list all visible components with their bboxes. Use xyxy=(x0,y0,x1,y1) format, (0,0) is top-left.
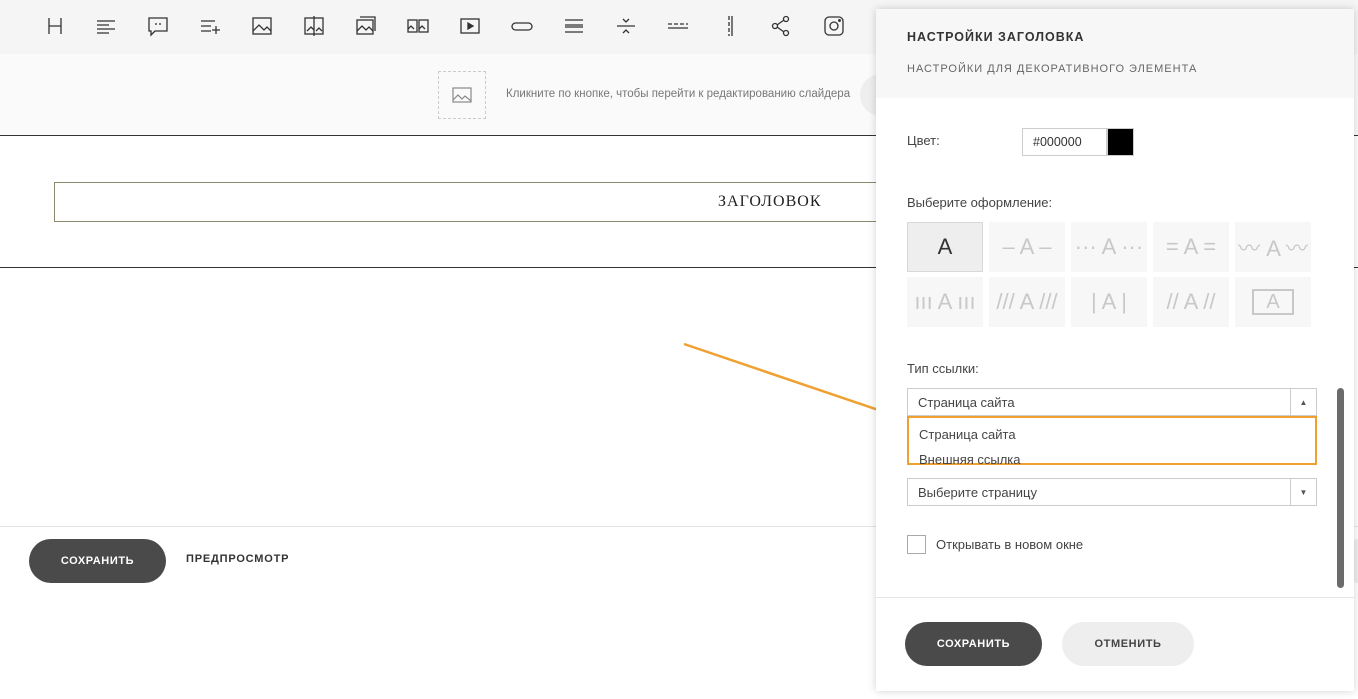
panel-subtitle: НАСТРОЙКИ ДЛЯ ДЕКОРАТИВНОГО ЭЛЕМЕНТА xyxy=(907,63,1198,75)
chevron-down-icon[interactable]: ▼ xyxy=(1290,479,1316,505)
color-swatch[interactable] xyxy=(1107,128,1134,156)
slider-placeholder[interactable] xyxy=(438,71,486,119)
style-option-double-lines[interactable]: = A = xyxy=(1153,222,1229,272)
style-option-bars[interactable]: ııı A ııı xyxy=(907,277,983,327)
panel-header: НАСТРОЙКИ ЗАГОЛОВКА НАСТРОЙКИ ДЛЯ ДЕКОРА… xyxy=(876,9,1354,98)
button-icon[interactable] xyxy=(510,14,534,38)
panel-scrollbar[interactable] xyxy=(1337,388,1344,588)
style-option-triple-slashes[interactable]: /// A /// xyxy=(989,277,1065,327)
style-label: Выберите оформление: xyxy=(907,195,1053,210)
editor-page: Кликните по кнопке, чтобы перейти к реда… xyxy=(0,0,1358,699)
link-type-label: Тип ссылки: xyxy=(907,361,979,376)
dropdown-option-site-page[interactable]: Страница сайта xyxy=(919,427,1016,442)
style-option-double-slashes[interactable]: // A // xyxy=(1153,277,1229,327)
preview-button[interactable]: ПРЕДПРОСМОТР xyxy=(186,553,289,565)
vertical-divider-icon[interactable] xyxy=(718,14,742,38)
style-option-dashes[interactable]: – A – xyxy=(989,222,1065,272)
share-icon[interactable] xyxy=(769,14,793,38)
heading-text[interactable]: ЗАГОЛОВОК xyxy=(718,193,821,211)
page-select[interactable]: Выберите страницу ▼ xyxy=(907,478,1317,506)
lines-icon[interactable] xyxy=(562,14,586,38)
save-button[interactable]: СОХРАНИТЬ xyxy=(29,539,166,583)
gallery-icon[interactable] xyxy=(354,14,378,38)
heading-settings-panel: НАСТРОЙКИ ЗАГОЛОВКА НАСТРОЙКИ ДЛЯ ДЕКОРА… xyxy=(876,9,1354,691)
image-icon[interactable] xyxy=(250,14,274,38)
heading-icon[interactable] xyxy=(43,14,67,38)
slider-hint: Кликните по кнопке, чтобы перейти к реда… xyxy=(506,88,851,100)
divider-icon[interactable] xyxy=(614,14,638,38)
dashed-divider-icon[interactable] xyxy=(666,14,690,38)
double-image-icon[interactable] xyxy=(406,14,430,38)
style-option-plain[interactable]: A xyxy=(907,222,983,272)
list-add-icon[interactable] xyxy=(198,14,222,38)
video-icon[interactable] xyxy=(458,14,482,38)
quote-icon[interactable] xyxy=(146,14,170,38)
link-type-dropdown: Страница сайта Внешняя ссылка xyxy=(907,416,1317,467)
style-option-pipes[interactable]: | A | xyxy=(1071,277,1147,327)
chevron-up-icon[interactable]: ▲ xyxy=(1290,389,1316,415)
panel-save-button[interactable]: СОХРАНИТЬ xyxy=(905,622,1042,666)
style-grid: A – A – ··· A ··· = A = 〰 A 〰 ııı A ııı … xyxy=(907,222,1313,329)
panel-footer-divider xyxy=(876,597,1354,598)
panel-cancel-button[interactable]: ОТМЕНИТЬ xyxy=(1062,622,1194,666)
dropdown-option-external-link[interactable]: Внешняя ссылка xyxy=(919,452,1021,467)
panel-title: НАСТРОЙКИ ЗАГОЛОВКА xyxy=(907,30,1085,44)
style-option-dots[interactable]: ··· A ··· xyxy=(1071,222,1147,272)
style-option-waves[interactable]: 〰 A 〰 xyxy=(1235,222,1311,272)
link-type-select[interactable]: Страница сайта ▲ xyxy=(907,388,1317,416)
new-window-checkbox[interactable] xyxy=(907,535,926,554)
new-window-label: Открывать в новом окне xyxy=(936,537,1084,552)
style-option-boxed[interactable]: A xyxy=(1235,277,1311,327)
color-label: Цвет: xyxy=(907,133,940,148)
color-input[interactable]: #000000 xyxy=(1022,128,1107,156)
text-icon[interactable] xyxy=(94,14,118,38)
instagram-icon[interactable] xyxy=(822,14,846,38)
image-placeholder-icon xyxy=(452,87,472,103)
image-compare-icon[interactable] xyxy=(302,14,326,38)
